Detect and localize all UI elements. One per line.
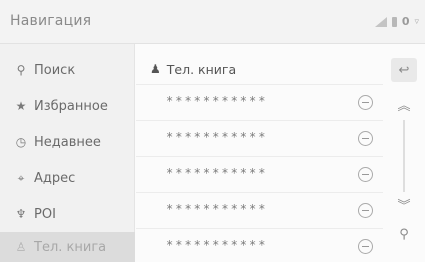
- contact-name: ***********: [166, 130, 268, 144]
- list-item[interactable]: ***********: [136, 84, 383, 120]
- phonebook-panel: ♟ Тел. книга *********** *********** ***…: [136, 44, 383, 262]
- remove-icon[interactable]: [358, 167, 373, 182]
- section-title: Тел. книга: [166, 61, 237, 77]
- location-icon: ⌖: [17, 170, 25, 185]
- remove-icon[interactable]: [358, 131, 373, 146]
- search-button[interactable]: ⚲: [391, 222, 417, 246]
- contact-name: ***********: [166, 238, 268, 252]
- person-icon: ♟: [150, 62, 161, 76]
- battery-icon: [391, 16, 397, 27]
- section-header: ♟ Тел. книга: [136, 56, 383, 82]
- remove-icon[interactable]: [358, 95, 373, 110]
- star-icon: ★: [15, 99, 27, 113]
- sidebar-item-address[interactable]: ⌖ Адрес: [0, 160, 135, 196]
- sidebar-item-label: POI: [34, 206, 56, 222]
- signal-icon: [374, 16, 387, 27]
- list-item[interactable]: ***********: [136, 156, 383, 192]
- sidebar-item-search[interactable]: ⚲ Поиск: [0, 52, 135, 88]
- clock-icon: ◷: [15, 135, 27, 149]
- scroll-down-button[interactable]: ︾: [391, 192, 417, 216]
- list-item[interactable]: ***********: [136, 192, 383, 228]
- sidebar-item-phonebook[interactable]: ♙ Тел. книга: [0, 232, 135, 262]
- list-item[interactable]: ***********: [136, 120, 383, 156]
- contact-name: ***********: [166, 202, 268, 216]
- sidebar: ⚲ Поиск ★ Избранное ◷ Недавнее ⌖ Адрес ♆…: [0, 44, 135, 262]
- remove-icon[interactable]: [358, 203, 373, 218]
- double-chevron-down-icon: ︾: [397, 198, 411, 214]
- back-arrow-icon: ↩: [398, 62, 410, 78]
- status-count: 0: [401, 15, 410, 28]
- sidebar-item-poi[interactable]: ♆ POI: [0, 196, 135, 232]
- remove-icon[interactable]: [358, 239, 373, 254]
- contact-name: ***********: [166, 94, 268, 108]
- title-bar: Навигация 0 ▿: [0, 0, 425, 44]
- sidebar-item-recent[interactable]: ◷ Недавнее: [0, 124, 135, 160]
- sidebar-item-label: Поиск: [34, 62, 76, 78]
- wifi-icon: ▿: [414, 16, 419, 27]
- sidebar-item-label: Недавнее: [34, 134, 101, 150]
- sidebar-item-label: Избранное: [34, 98, 108, 114]
- person-icon: ♙: [15, 240, 27, 254]
- contact-name: ***********: [166, 166, 268, 180]
- app-title: Навигация: [10, 13, 92, 29]
- scroll-up-button[interactable]: ︽: [391, 92, 417, 116]
- sidebar-item-label: Тел. книга: [34, 239, 107, 255]
- scroll-rail: ↩ ︽ ︾ ⚲: [383, 44, 425, 262]
- pin-icon: ♆: [15, 207, 27, 221]
- phonebook-screen: Навигация 0 ▿ ⚲ Поиск ★ Избранное ◷ Неда…: [0, 0, 425, 262]
- double-chevron-up-icon: ︽: [397, 98, 411, 114]
- back-button[interactable]: ↩: [391, 58, 417, 82]
- sidebar-item-favorites[interactable]: ★ Избранное: [0, 88, 135, 124]
- search-icon: ⚲: [399, 226, 409, 242]
- list-item[interactable]: ***********: [136, 228, 383, 262]
- scrollbar[interactable]: [403, 120, 405, 192]
- sidebar-item-label: Адрес: [34, 170, 76, 186]
- status-area: 0 ▿: [374, 15, 419, 28]
- search-icon: ⚲: [16, 63, 26, 77]
